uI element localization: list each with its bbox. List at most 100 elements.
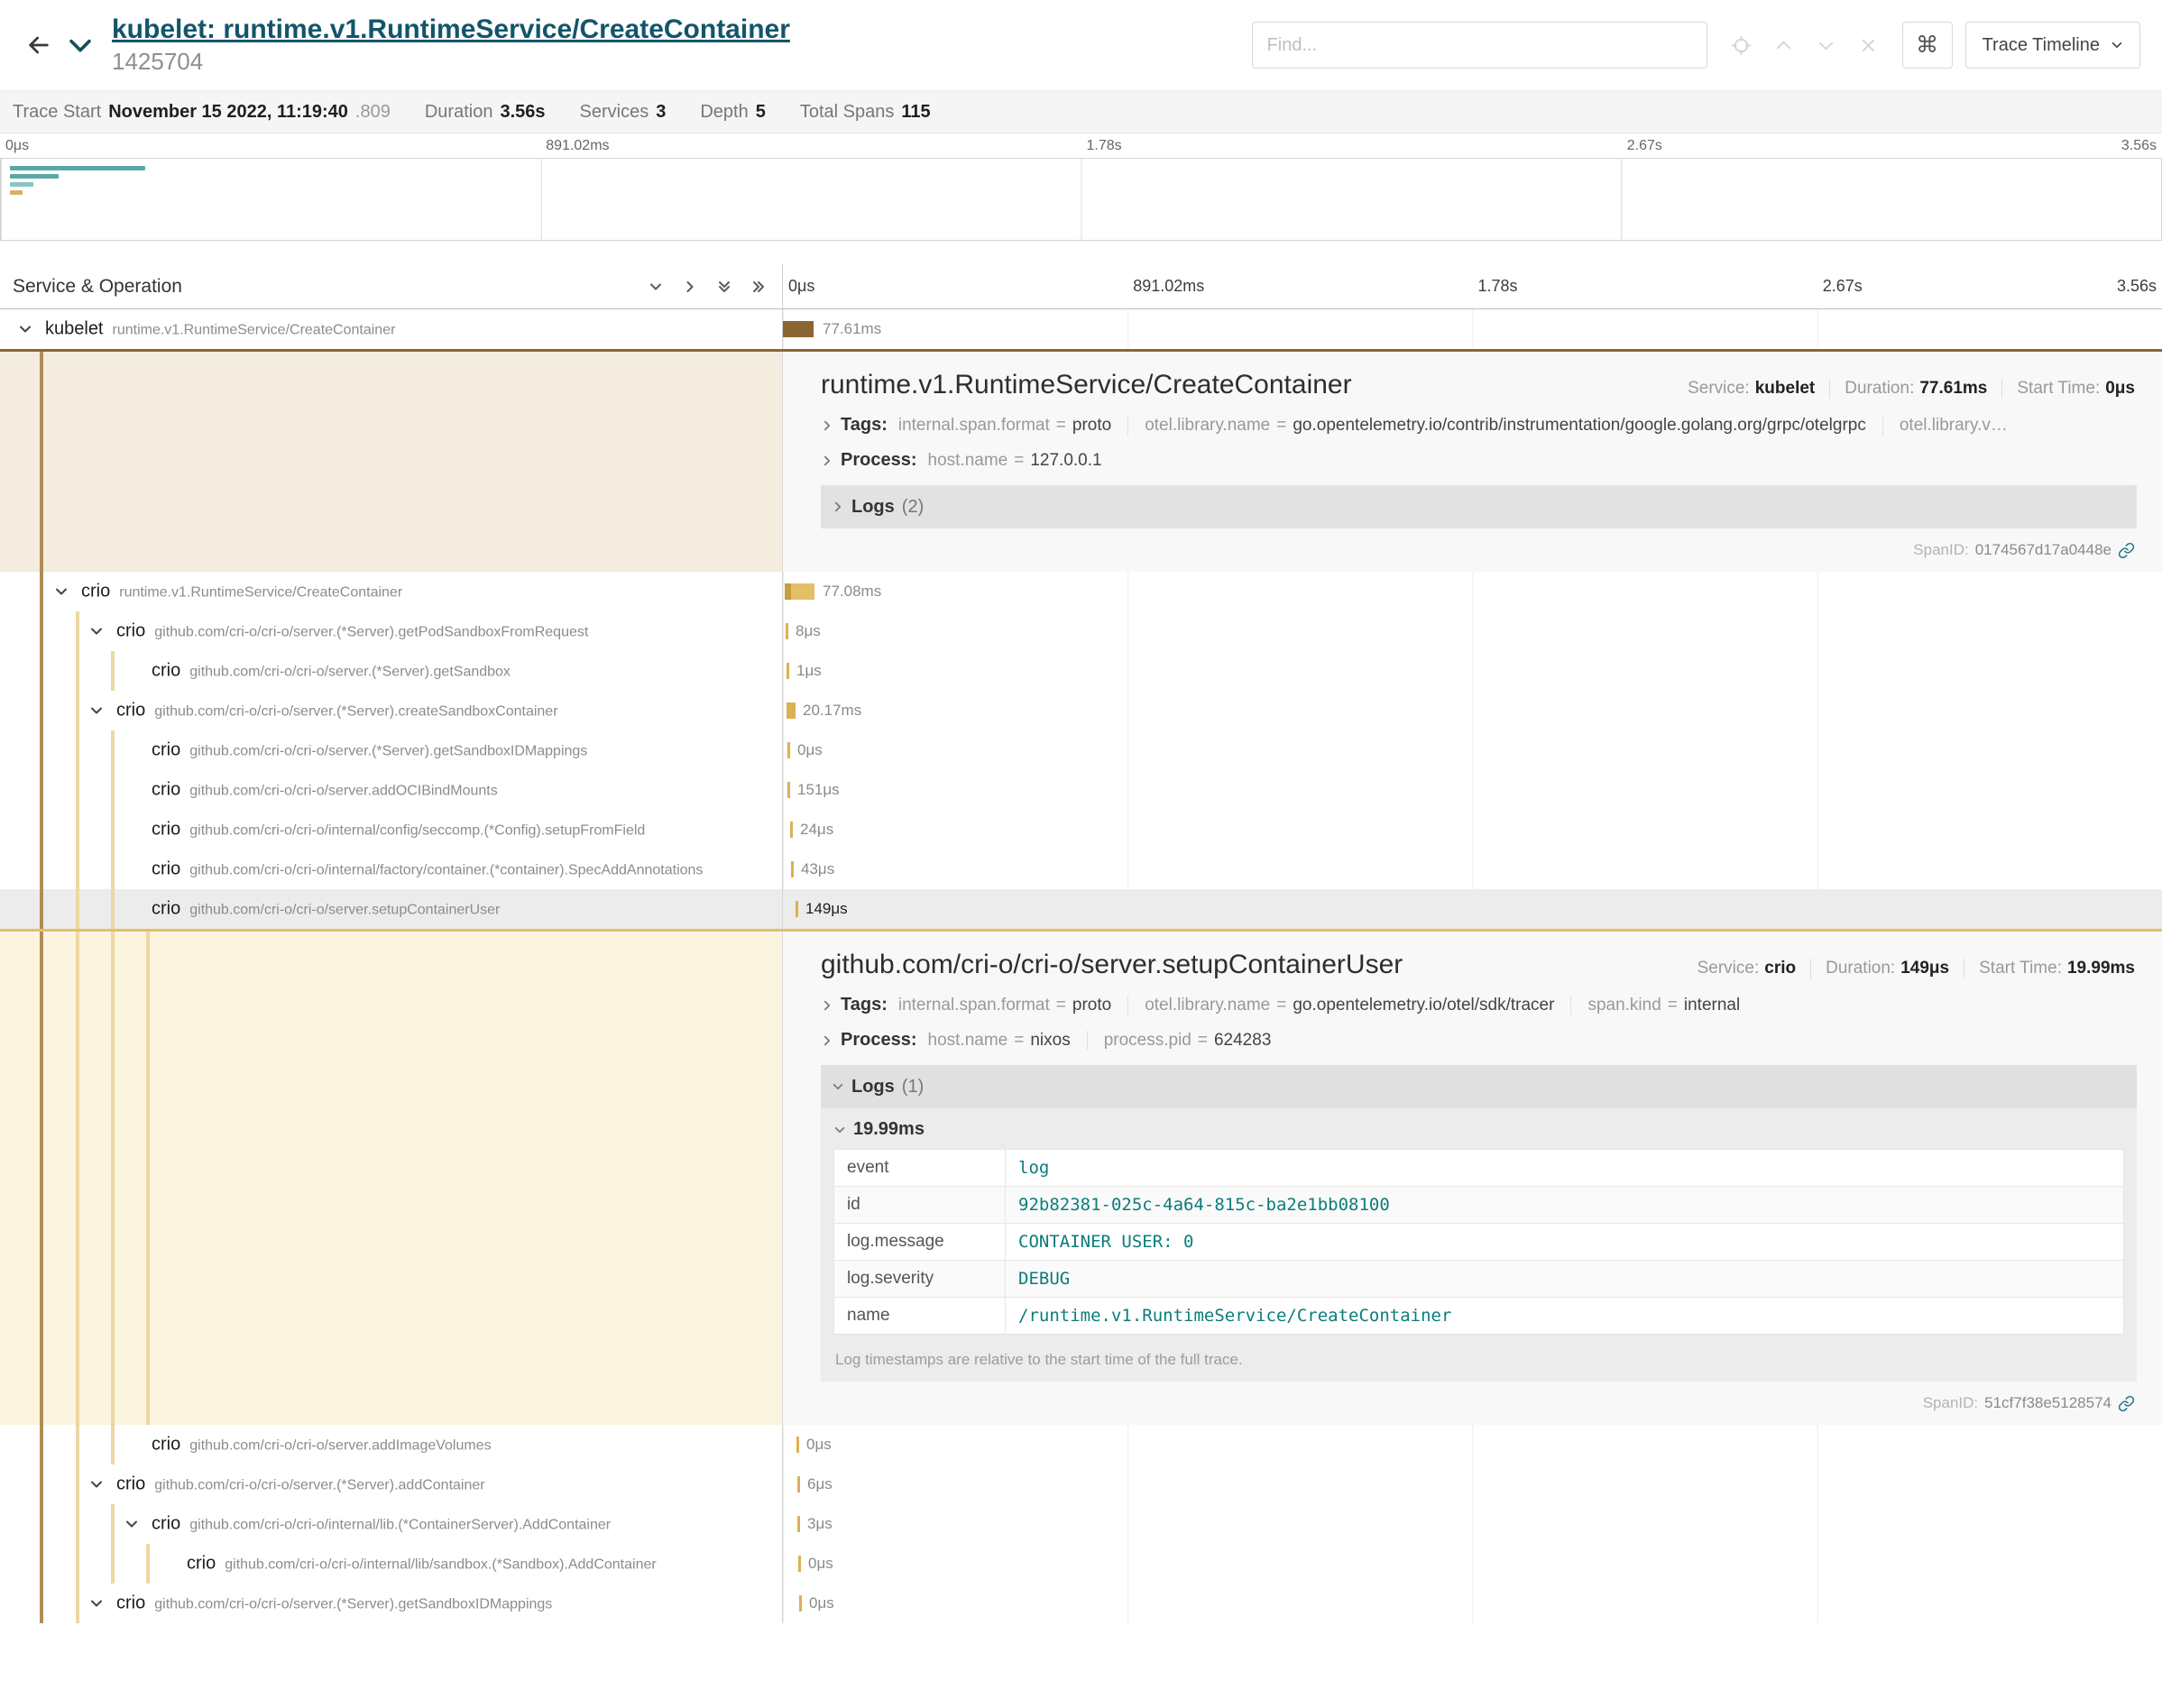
span-bar[interactable] bbox=[797, 1476, 800, 1492]
span-row[interactable]: crio github.com/cri-o/cri-o/server.(*Ser… bbox=[0, 1584, 2162, 1623]
find-controls bbox=[1731, 35, 1879, 56]
span-row[interactable]: crio github.com/cri-o/cri-o/internal/lib… bbox=[0, 1504, 2162, 1544]
prev-result-icon[interactable] bbox=[1773, 35, 1794, 56]
trace-minimap[interactable] bbox=[0, 158, 2162, 241]
span-operation: github.com/cri-o/cri-o/internal/config/s… bbox=[189, 823, 645, 840]
span-bar[interactable] bbox=[791, 861, 794, 877]
expander-icon[interactable] bbox=[89, 1596, 104, 1611]
span-row[interactable]: crio github.com/cri-o/cri-o/internal/con… bbox=[0, 810, 2162, 849]
expand-one-icon[interactable] bbox=[683, 280, 697, 294]
logs-accordion[interactable]: Logs (2) bbox=[821, 485, 2137, 528]
span-bar[interactable] bbox=[787, 663, 789, 679]
find-input[interactable] bbox=[1252, 22, 1707, 69]
span-duration-label: 0μs bbox=[797, 741, 823, 759]
span-duration-label: 43μs bbox=[801, 860, 834, 878]
span-detail-card: runtime.v1.RuntimeService/CreateContaine… bbox=[783, 352, 2162, 572]
log-field-row: id92b82381-025c-4a64-815c-ba2e1bb08100 bbox=[834, 1187, 2124, 1224]
span-row[interactable]: crio github.com/cri-o/cri-o/internal/fac… bbox=[0, 849, 2162, 889]
time-tick: 3.56s bbox=[2121, 138, 2157, 154]
span-duration-label: 77.08ms bbox=[823, 583, 881, 601]
span-row[interactable]: crio github.com/cri-o/cri-o/internal/lib… bbox=[0, 1544, 2162, 1584]
span-bar[interactable] bbox=[797, 1516, 800, 1532]
span-service: crio bbox=[116, 1474, 145, 1495]
span-operation: github.com/cri-o/cri-o/internal/lib/sand… bbox=[225, 1557, 656, 1574]
span-row[interactable]: crio github.com/cri-o/cri-o/server.(*Ser… bbox=[0, 651, 2162, 691]
trace-start: Trace StartNovember 15 2022, 11:19:40.80… bbox=[13, 102, 391, 123]
span-row[interactable]: crio runtime.v1.RuntimeService/CreateCon… bbox=[0, 572, 2162, 611]
span-bar[interactable] bbox=[786, 623, 788, 639]
trace-depth: Depth5 bbox=[700, 102, 766, 123]
span-bar[interactable] bbox=[785, 583, 814, 600]
view-selector-label: Trace Timeline bbox=[1983, 35, 2100, 56]
trace-summary-bar: Trace StartNovember 15 2022, 11:19:40.80… bbox=[0, 90, 2162, 133]
span-detail-panel-kubelet: runtime.v1.RuntimeService/CreateContaine… bbox=[0, 349, 2162, 572]
span-bar[interactable] bbox=[799, 1595, 802, 1612]
back-button[interactable] bbox=[18, 24, 60, 66]
expander-icon[interactable] bbox=[124, 1517, 139, 1531]
time-tick: 1.78s bbox=[1087, 138, 1122, 154]
expander-icon[interactable] bbox=[89, 703, 104, 718]
chevron-right-icon bbox=[821, 419, 833, 432]
expand-all-icon[interactable] bbox=[751, 280, 766, 294]
span-row[interactable]: crio github.com/cri-o/cri-o/server.(*Ser… bbox=[0, 1465, 2162, 1504]
chevron-right-icon bbox=[821, 455, 833, 467]
trace-title-link[interactable]: kubelet: runtime.v1.RuntimeService/Creat… bbox=[112, 14, 790, 44]
logs-accordion[interactable]: Logs (1) bbox=[821, 1065, 2137, 1108]
expander-icon[interactable] bbox=[18, 322, 32, 336]
time-tick: 1.78s bbox=[1478, 277, 1518, 296]
time-tick: 891.02ms bbox=[546, 138, 609, 154]
trace-view-selector[interactable]: Trace Timeline bbox=[1965, 22, 2140, 69]
span-rows: kubelet runtime.v1.RuntimeService/Create… bbox=[0, 309, 2162, 1623]
tags-accordion[interactable]: Tags: internal.span.format=proto otel.li… bbox=[821, 415, 2137, 436]
detail-span-meta: Service:crio Duration:149μs Start Time:1… bbox=[1683, 959, 2137, 978]
span-duration-label: 77.61ms bbox=[823, 320, 881, 338]
process-accordion[interactable]: Process: host.name=127.0.0.1 bbox=[821, 450, 2137, 471]
clear-search-icon[interactable] bbox=[1858, 35, 1879, 56]
span-row-selected[interactable]: crio github.com/cri-o/cri-o/server.setup… bbox=[0, 889, 2162, 929]
chevron-down-icon bbox=[2111, 39, 2123, 51]
expander-icon[interactable] bbox=[54, 584, 69, 599]
tags-accordion[interactable]: Tags: internal.span.format=proto otel.li… bbox=[821, 995, 2137, 1015]
span-row[interactable]: crio github.com/cri-o/cri-o/server.addIm… bbox=[0, 1425, 2162, 1465]
span-row[interactable]: crio github.com/cri-o/cri-o/server.addOC… bbox=[0, 770, 2162, 810]
span-duration-label: 3μs bbox=[807, 1515, 833, 1533]
span-bar[interactable] bbox=[796, 1437, 799, 1453]
timeline-header: Service & Operation 0μs 891.02ms 1.78s 2… bbox=[0, 264, 2162, 309]
link-icon[interactable] bbox=[2118, 1395, 2135, 1412]
span-row[interactable]: crio github.com/cri-o/cri-o/server.(*Ser… bbox=[0, 611, 2162, 651]
jaeger-trace-page: kubelet: runtime.v1.RuntimeService/Creat… bbox=[0, 0, 2162, 1708]
trace-collapse-toggle[interactable] bbox=[60, 24, 101, 66]
span-operation: runtime.v1.RuntimeService/CreateContaine… bbox=[113, 323, 396, 339]
span-bar[interactable] bbox=[796, 901, 798, 917]
span-duration-label: 0μs bbox=[809, 1594, 834, 1612]
collapse-controls bbox=[649, 280, 766, 294]
span-bar[interactable] bbox=[790, 822, 793, 838]
expander-icon[interactable] bbox=[89, 1477, 104, 1492]
focus-target-icon[interactable] bbox=[1731, 35, 1752, 56]
span-bar[interactable] bbox=[783, 321, 814, 337]
collapse-all-icon[interactable] bbox=[717, 280, 731, 294]
span-row[interactable]: crio github.com/cri-o/cri-o/server.(*Ser… bbox=[0, 691, 2162, 730]
span-service: kubelet bbox=[45, 319, 104, 340]
span-bar[interactable] bbox=[787, 702, 796, 719]
next-result-icon[interactable] bbox=[1816, 35, 1836, 56]
timeline-ruler: 0μs 891.02ms 1.78s 2.67s 3.56s bbox=[783, 264, 2162, 308]
expander-icon[interactable] bbox=[89, 624, 104, 638]
keyboard-shortcuts-button[interactable]: ⌘ bbox=[1902, 22, 1953, 69]
link-icon[interactable] bbox=[2118, 542, 2135, 559]
span-bar[interactable] bbox=[787, 742, 790, 758]
collapse-one-icon[interactable] bbox=[649, 280, 663, 294]
span-operation: github.com/cri-o/cri-o/server.addImageVo… bbox=[189, 1438, 491, 1455]
span-row[interactable]: kubelet runtime.v1.RuntimeService/Create… bbox=[0, 309, 2162, 349]
span-bar[interactable] bbox=[798, 1556, 801, 1572]
trace-id: 1425704 bbox=[112, 48, 790, 76]
span-id-row: SpanID: 51cf7f38e5128574 bbox=[821, 1382, 2137, 1418]
detail-span-meta: Service:kubelet Duration:77.61ms Start T… bbox=[1673, 379, 2137, 399]
span-bar[interactable] bbox=[787, 782, 790, 798]
span-operation: github.com/cri-o/cri-o/server.(*Server).… bbox=[189, 665, 511, 681]
span-service: crio bbox=[152, 899, 180, 920]
log-entry-toggle[interactable]: 19.99ms bbox=[821, 1108, 2137, 1145]
process-accordion[interactable]: Process: host.name=nixos process.pid=624… bbox=[821, 1030, 2137, 1051]
span-row[interactable]: crio github.com/cri-o/cri-o/server.(*Ser… bbox=[0, 730, 2162, 770]
span-service: crio bbox=[152, 820, 180, 840]
